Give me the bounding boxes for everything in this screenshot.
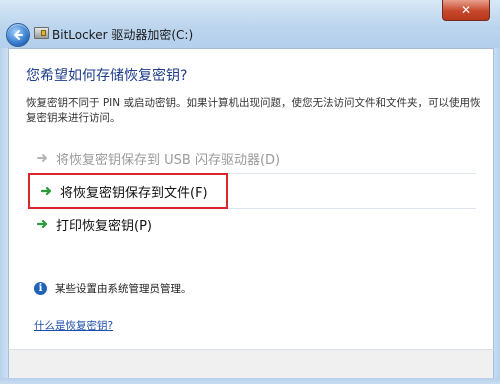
title-bar: BitLocker 驱动器加密(C:) ✕ bbox=[0, 0, 500, 48]
window-frame-bottom bbox=[0, 378, 500, 384]
option-label: 将恢复密钥保存到 USB 闪存驱动器(D) bbox=[56, 152, 281, 168]
option-label: 将恢复密钥保存到文件(F) bbox=[60, 185, 208, 201]
option-hover-frame bbox=[218, 173, 476, 209]
close-button[interactable]: ✕ bbox=[442, 0, 490, 21]
option-print-key[interactable]: 打印恢复密钥(P) bbox=[26, 209, 226, 239]
option-save-file[interactable]: 将恢复密钥保存到文件(F) bbox=[28, 173, 228, 209]
description-text: 恢复密钥不同于 PIN 或启动密钥。如果计算机出现问题，使您无法访问文件和文件夹… bbox=[26, 97, 481, 124]
back-button[interactable] bbox=[6, 23, 30, 47]
close-icon: ✕ bbox=[460, 3, 472, 17]
drive-icon bbox=[34, 27, 49, 39]
button-footer bbox=[8, 349, 494, 380]
admin-note: i 某些设置由系统管理员管理。 bbox=[34, 281, 192, 296]
back-arrow-icon bbox=[14, 30, 23, 40]
green-arrow-icon bbox=[36, 217, 50, 231]
page-heading: 您希望如何存储恢复密钥? bbox=[26, 68, 188, 84]
window-frame-left bbox=[0, 48, 8, 378]
bitlocker-dialog: BitLocker 驱动器加密(C:) ✕ 您希望如何存储恢复密钥? 恢复密钥不… bbox=[0, 0, 500, 384]
help-link[interactable]: 什么是恢复密钥? bbox=[34, 318, 113, 333]
admin-note-text: 某些设置由系统管理员管理。 bbox=[55, 283, 192, 295]
option-save-usb[interactable]: 将恢复密钥保存到 USB 闪存驱动器(D) bbox=[26, 143, 466, 173]
info-icon: i bbox=[34, 282, 47, 295]
green-arrow-icon bbox=[40, 184, 54, 198]
option-label: 打印恢复密钥(P) bbox=[56, 218, 152, 234]
window-title: BitLocker 驱动器加密(C:) bbox=[52, 28, 194, 42]
gray-arrow-icon bbox=[36, 151, 50, 165]
